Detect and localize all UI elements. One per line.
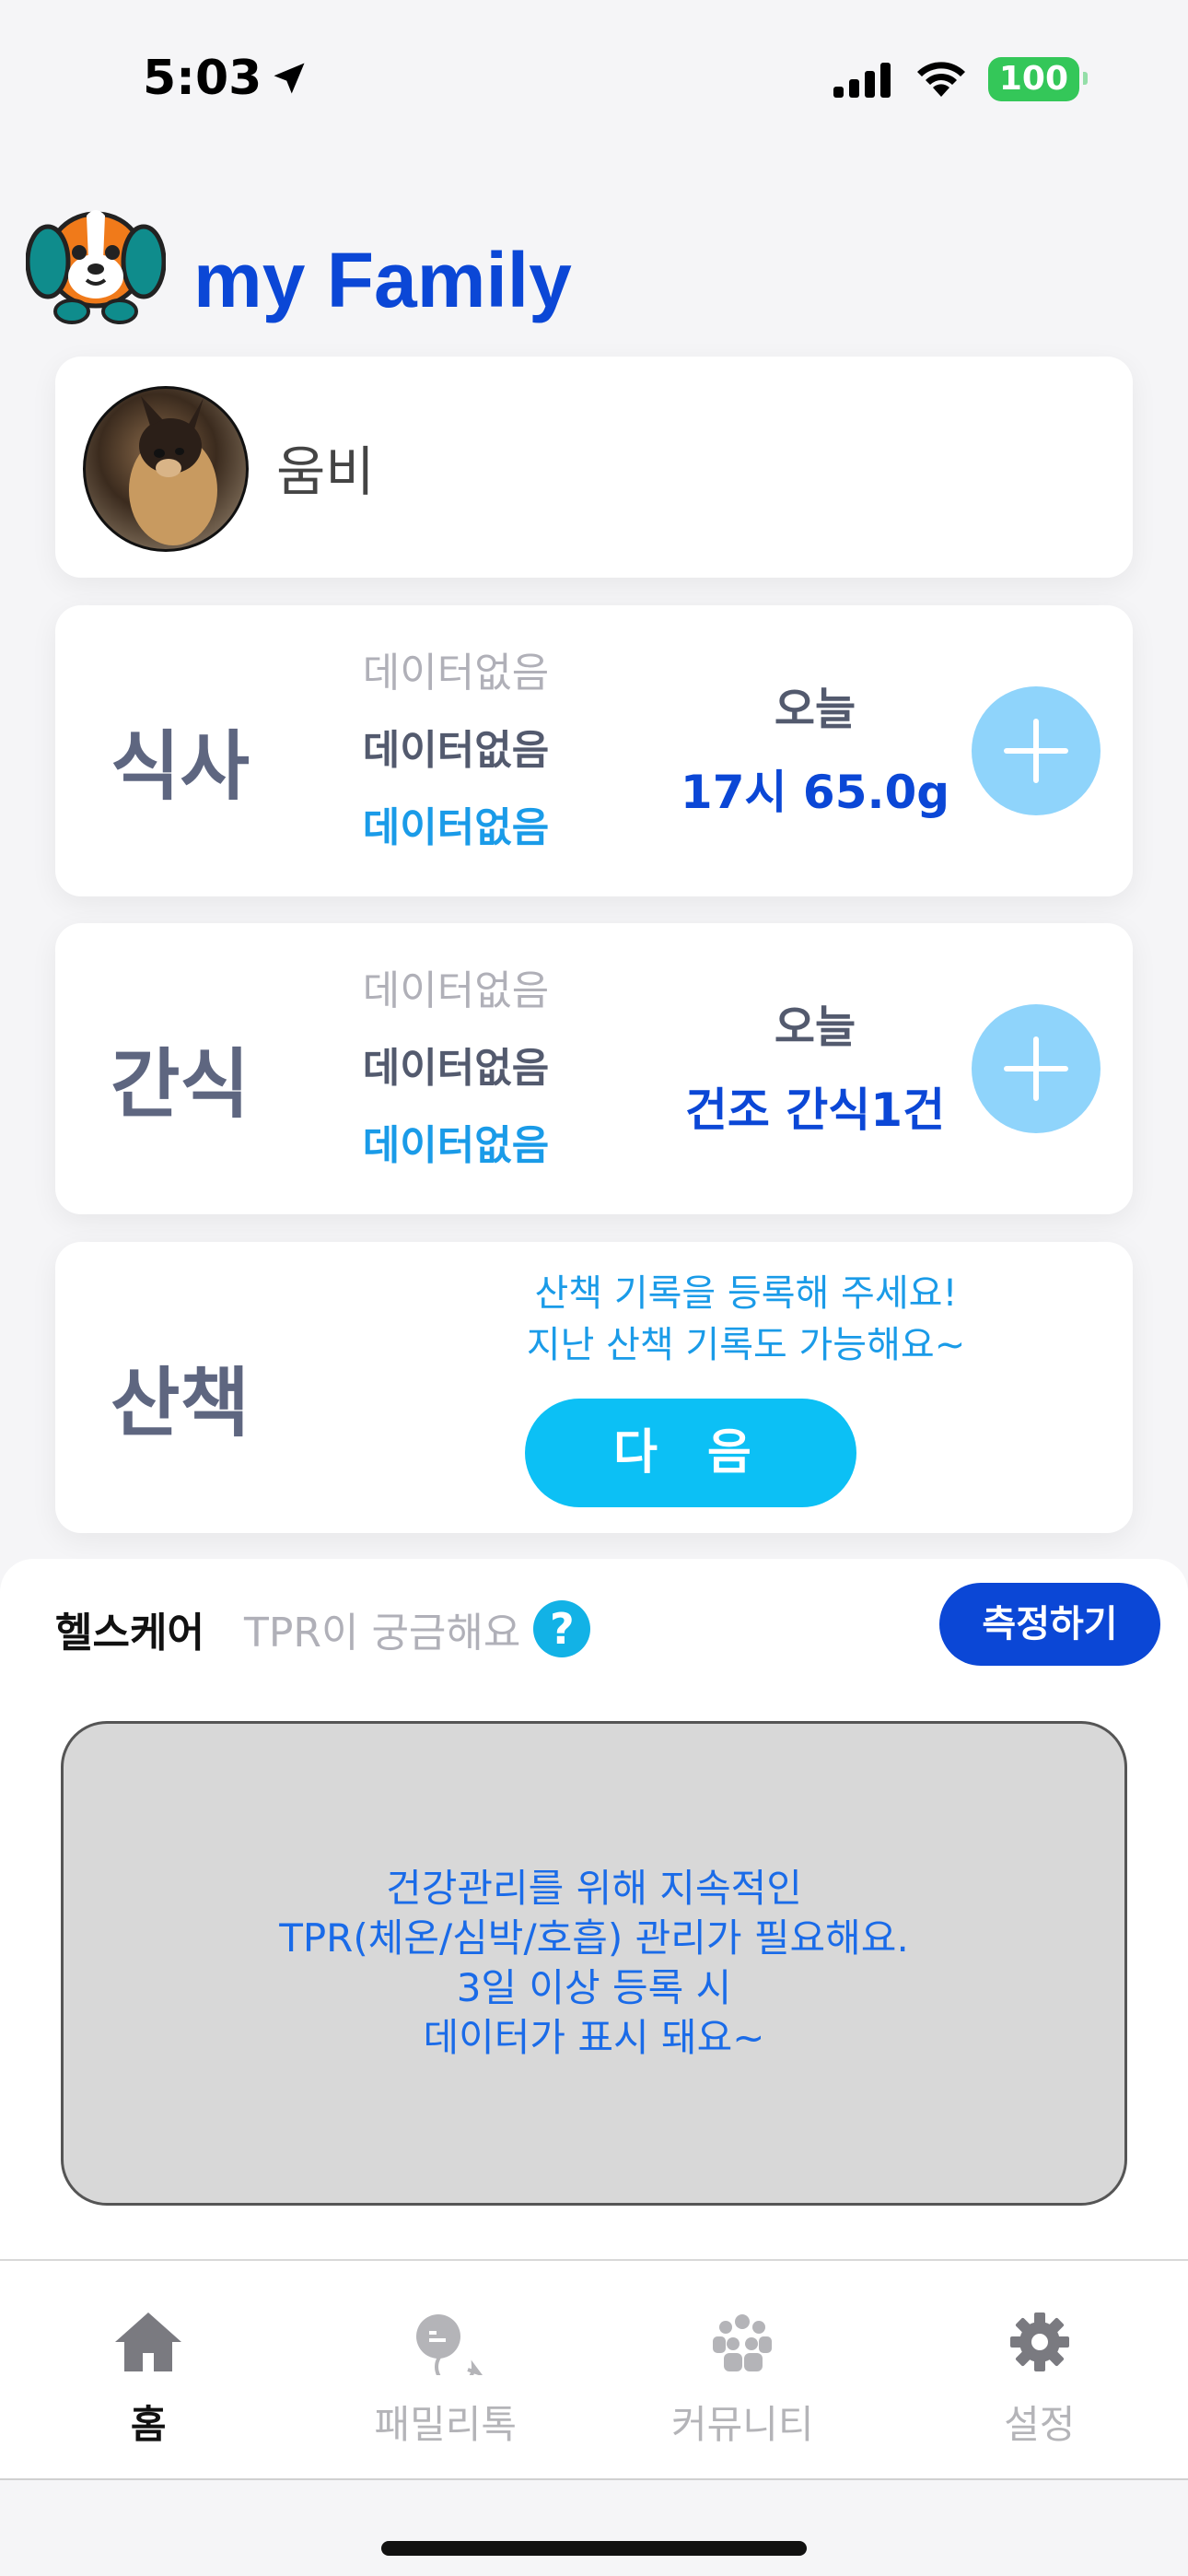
snack-label: 간식 xyxy=(111,1041,250,1129)
meal-today: 오늘 17시 65.0g xyxy=(608,668,1022,834)
meal-today-value: 17시 65.0g xyxy=(680,766,950,819)
meal-history-row: 데이터없음 xyxy=(362,804,550,851)
healthcare-panel: 헬스케어 TPR이 궁금해요 ? 측정하기 건강관리를 위해 지속적인 TPR(… xyxy=(0,1559,1188,2259)
measure-button[interactable]: 측정하기 xyxy=(939,1583,1160,1666)
meal-history: 데이터없음 데이터없음 데이터없음 xyxy=(336,635,576,867)
tab-family-talk[interactable]: 패밀리톡 xyxy=(297,2261,595,2478)
bottom-tab-bar: 홈 패밀리톡 커뮤니티 설정 xyxy=(0,2259,1188,2480)
walk-message-line: 산책 기록을 등록해 주세요! xyxy=(534,1272,958,1315)
snack-history-row: 데이터없음 xyxy=(362,1122,550,1169)
meal-card[interactable]: 식사 데이터없음 데이터없음 데이터없음 오늘 17시 65.0g xyxy=(55,605,1133,896)
status-time: 5:03 xyxy=(143,51,309,106)
home-icon xyxy=(115,2313,182,2371)
status-indicators: 100 xyxy=(833,57,1089,101)
tpr-question-label: TPR이 궁금해요 xyxy=(244,1610,521,1657)
tab-settings[interactable]: 설정 xyxy=(891,2261,1188,2478)
page-title: my Family xyxy=(193,237,572,323)
time-label: 5:03 xyxy=(143,51,262,106)
cellular-signal-icon xyxy=(833,63,891,98)
walk-card[interactable]: 산책 산책 기록을 등록해 주세요! 지난 산책 기록도 가능해요~ 다 음 xyxy=(55,1242,1133,1533)
pet-avatar[interactable] xyxy=(83,386,249,552)
tab-community[interactable]: 커뮤니티 xyxy=(594,2261,891,2478)
snack-today-label: 오늘 xyxy=(774,1001,856,1053)
tpr-chart-placeholder: 건강관리를 위해 지속적인 TPR(체온/심박/호흡) 관리가 필요해요. 3일… xyxy=(61,1721,1127,2206)
snack-history-row: 데이터없음 xyxy=(362,967,550,1014)
tab-community-label: 커뮤니티 xyxy=(670,2402,814,2447)
chat-icon xyxy=(415,2314,483,2375)
walk-label: 산책 xyxy=(111,1360,250,1447)
plus-icon xyxy=(1004,1036,1068,1101)
chart-message-line: TPR(체온/심박/호흡) 관리가 필요해요. xyxy=(279,1915,909,1961)
walk-message: 산책 기록을 등록해 주세요! 지난 산책 기록도 가능해요~ xyxy=(424,1268,1068,1371)
wifi-icon xyxy=(916,62,965,97)
tpr-question-link[interactable]: TPR이 궁금해요 ? xyxy=(244,1599,591,1658)
snack-today: 오늘 건조 간식1건 xyxy=(608,986,1022,1152)
question-icon[interactable]: ? xyxy=(533,1600,591,1657)
chart-message-line: 3일 이상 등록 시 xyxy=(456,1965,732,2010)
plus-icon xyxy=(1004,719,1068,783)
battery-indicator: 100 xyxy=(987,57,1089,101)
walk-message-line: 지난 산책 기록도 가능해요~ xyxy=(526,1324,966,1366)
meal-history-row: 데이터없음 xyxy=(362,727,550,774)
snack-card[interactable]: 간식 데이터없음 데이터없음 데이터없음 오늘 건조 간식1건 xyxy=(55,923,1133,1214)
community-icon xyxy=(713,2314,773,2371)
pet-name: 움비 xyxy=(276,440,375,503)
meal-history-row: 데이터없음 xyxy=(362,650,550,697)
snack-today-value: 건조 간식1건 xyxy=(684,1083,946,1137)
tab-family-talk-label: 패밀리톡 xyxy=(374,2402,518,2447)
chart-empty-message: 건강관리를 위해 지속적인 TPR(체온/심박/호흡) 관리가 필요해요. 3일… xyxy=(279,1864,909,2063)
snack-history-row: 데이터없음 xyxy=(362,1045,550,1092)
meal-label: 식사 xyxy=(111,723,250,811)
add-meal-button[interactable] xyxy=(972,686,1101,815)
tab-home-label: 홈 xyxy=(130,2402,167,2447)
tab-home[interactable]: 홈 xyxy=(0,2261,297,2478)
snack-history: 데이터없음 데이터없음 데이터없음 xyxy=(336,953,576,1185)
pet-profile-card[interactable]: 움비 xyxy=(55,357,1133,578)
gear-icon xyxy=(1009,2313,1069,2371)
chart-message-line: 데이터가 표시 돼요~ xyxy=(423,2015,765,2060)
add-snack-button[interactable] xyxy=(972,1004,1101,1133)
healthcare-title: 헬스케어 xyxy=(55,1610,204,1657)
next-button[interactable]: 다 음 xyxy=(525,1399,856,1507)
home-indicator[interactable] xyxy=(381,2541,807,2556)
dog-photo-icon xyxy=(129,396,217,545)
meal-today-label: 오늘 xyxy=(774,684,856,735)
location-arrow-icon xyxy=(274,63,305,94)
tab-settings-label: 설정 xyxy=(1004,2402,1076,2447)
puppy-logo-icon xyxy=(26,210,166,324)
chart-message-line: 건강관리를 위해 지속적인 xyxy=(386,1866,802,1911)
